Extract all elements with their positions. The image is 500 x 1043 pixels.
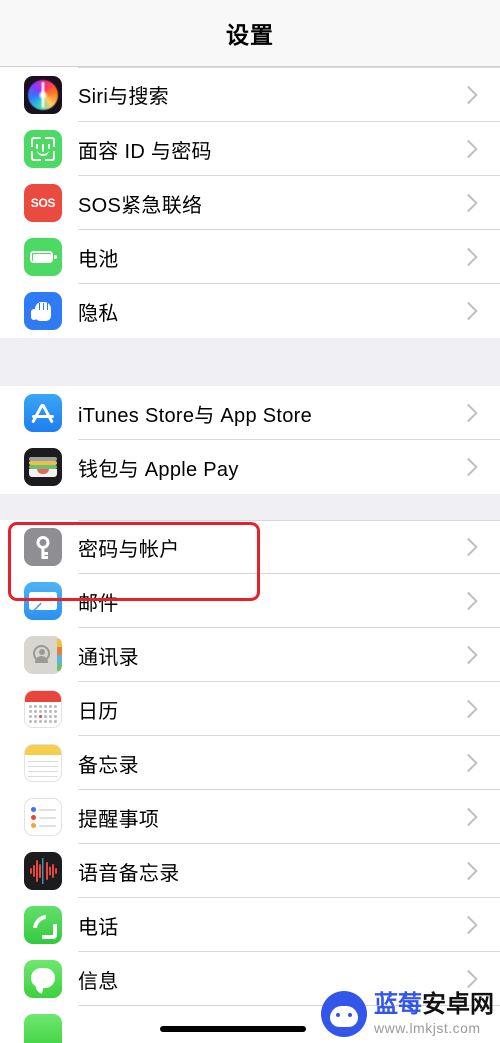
home-indicator <box>160 1026 306 1032</box>
chevron-right-icon <box>459 537 478 557</box>
settings-row-contacts[interactable]: 通讯录 <box>0 628 500 682</box>
settings-row-wallet-apple-pay[interactable]: 钱包与 Apple Pay <box>0 440 500 494</box>
settings-row-privacy[interactable]: 隐私 <box>0 284 500 338</box>
settings-row-notes[interactable]: 备忘录 <box>0 736 500 790</box>
app-store-icon <box>24 394 62 432</box>
watermark-brand-blue: 蓝莓 <box>374 991 422 1018</box>
chevron-right-icon <box>459 85 478 104</box>
wallet-icon <box>24 448 62 486</box>
settings-row-label: 钱包与 Apple Pay <box>78 458 239 481</box>
chevron-right-icon <box>459 969 478 989</box>
section-gap <box>0 494 500 520</box>
settings-row-label: 电池 <box>78 248 119 271</box>
settings-row-phone[interactable]: 电话 <box>0 898 500 952</box>
settings-row-label: 提醒事项 <box>78 808 160 831</box>
settings-row-face-id[interactable]: 面容 ID 与密码 <box>0 122 500 176</box>
settings-row-label: 语音备忘录 <box>78 862 180 885</box>
calendar-icon <box>24 690 62 728</box>
privacy-hand-icon <box>24 292 62 330</box>
settings-row-sos[interactable]: SOS SOS紧急联络 <box>0 176 500 230</box>
chevron-right-icon <box>459 457 478 477</box>
settings-row-label: 隐私 <box>78 302 119 325</box>
settings-row-passwords-accounts[interactable]: 密码与帐户 <box>0 520 500 574</box>
chevron-right-icon <box>459 193 478 213</box>
settings-row-reminders[interactable]: 提醒事项 <box>0 790 500 844</box>
reminders-icon <box>24 798 62 836</box>
settings-row-label: 备忘录 <box>78 754 139 777</box>
notes-icon <box>24 744 62 782</box>
settings-row-mail[interactable]: 邮件 <box>0 574 500 628</box>
settings-row-label: 通讯录 <box>78 646 139 669</box>
settings-row-label: 电话 <box>78 916 119 939</box>
chevron-right-icon <box>459 699 478 719</box>
settings-row-label: 面容 ID 与密码 <box>78 140 212 163</box>
siri-icon <box>24 75 62 114</box>
settings-group-store: iTunes Store与 App Store 钱包与 Apple Pay <box>0 386 500 494</box>
battery-icon <box>24 238 62 276</box>
chevron-right-icon <box>459 807 478 827</box>
chevron-right-icon <box>459 139 478 159</box>
settings-row-label: SOS紧急联络 <box>78 194 203 217</box>
watermark-mascot-icon <box>321 991 367 1037</box>
face-id-icon <box>24 130 62 168</box>
settings-row-voice-memos[interactable]: 语音备忘录 <box>0 844 500 898</box>
settings-row-battery[interactable]: 电池 <box>0 230 500 284</box>
chevron-right-icon <box>459 645 478 665</box>
settings-row-label: 信息 <box>78 970 119 993</box>
settings-row-label: Siri与搜索 <box>78 86 169 108</box>
settings-row-label: iTunes Store与 App Store <box>78 404 313 427</box>
settings-row-label: 邮件 <box>78 592 119 615</box>
chevron-right-icon <box>459 247 478 267</box>
navigation-bar: 设置 <box>0 0 500 67</box>
chevron-right-icon <box>459 915 478 935</box>
settings-list[interactable]: Siri与搜索 面容 ID 与密码 SOS SOS紧急联络 电池 隐私 iTun… <box>0 67 500 1043</box>
voice-memos-icon <box>24 852 62 890</box>
chevron-right-icon <box>459 591 478 611</box>
settings-row-calendar[interactable]: 日历 <box>0 682 500 736</box>
mail-icon <box>24 582 62 620</box>
page-title: 设置 <box>226 22 274 48</box>
watermark-brand-black: 安卓网 <box>422 991 494 1018</box>
settings-row-label: 密码与帐户 <box>78 538 180 561</box>
settings-group-accounts: 密码与帐户 邮件 通讯录 日历 备忘录 提醒事项 语音备忘录 电话 信息 <box>0 520 500 1043</box>
chevron-right-icon <box>459 403 478 423</box>
settings-row-label: 日历 <box>78 700 119 723</box>
chevron-right-icon <box>459 861 478 881</box>
phone-icon <box>24 906 62 944</box>
settings-row-siri[interactable]: Siri与搜索 <box>0 67 500 122</box>
chevron-right-icon <box>459 753 478 773</box>
watermark-url: www.lmkjst.com <box>374 1020 481 1036</box>
watermark: 蓝莓安卓网 www.lmkjst.com <box>321 991 494 1037</box>
settings-screen: 设置 Siri与搜索 面容 ID 与密码 SOS SOS紧急联络 电池 隐私 i… <box>0 0 500 1043</box>
messages-icon <box>24 960 62 998</box>
facetime-icon <box>24 1014 62 1043</box>
chevron-right-icon <box>459 301 478 321</box>
sos-icon: SOS <box>24 184 62 222</box>
contacts-icon <box>24 636 62 674</box>
key-icon <box>24 528 62 566</box>
settings-group-personal: Siri与搜索 面容 ID 与密码 SOS SOS紧急联络 电池 隐私 <box>0 67 500 338</box>
section-gap <box>0 338 500 386</box>
settings-row-itunes-app-store[interactable]: iTunes Store与 App Store <box>0 386 500 440</box>
sos-icon-text: SOS <box>30 196 56 210</box>
